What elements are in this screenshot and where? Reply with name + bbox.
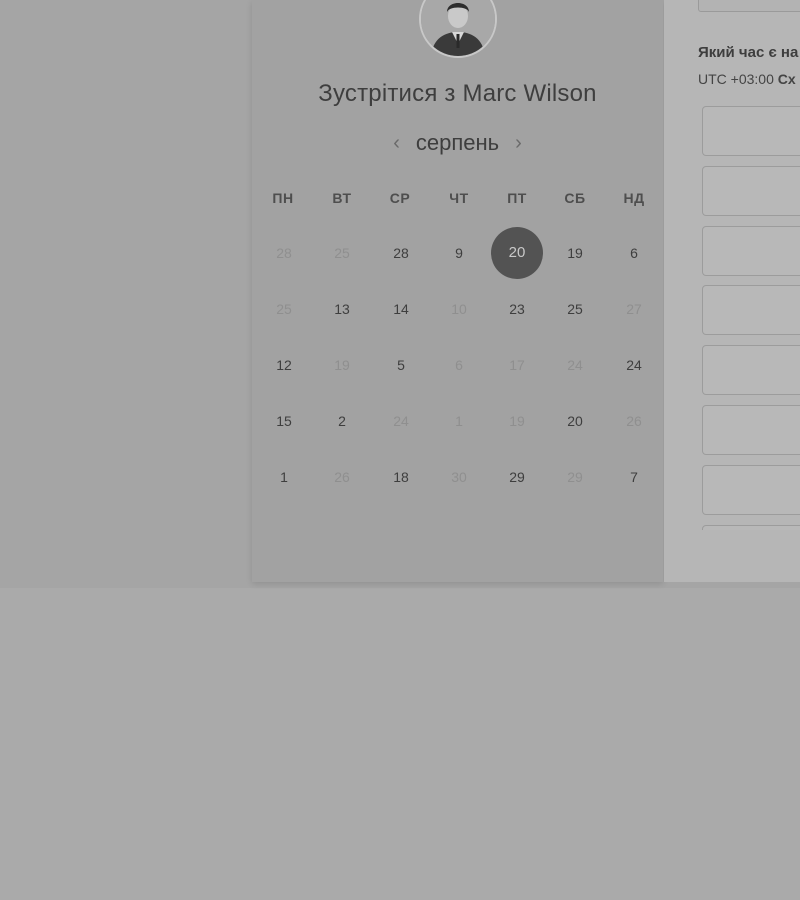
calendar-day: 27 xyxy=(626,301,642,317)
page: Зустрітися з Marc Wilson ‹ серпень › ПН … xyxy=(0,0,800,900)
calendar-day[interactable]: 29 xyxy=(492,452,542,502)
calendar-day[interactable]: 6 xyxy=(609,228,659,278)
calendar-day[interactable]: 23 xyxy=(492,284,542,334)
calendar-day: 25 xyxy=(276,301,292,317)
calendar-day[interactable]: 24 xyxy=(609,340,659,390)
time-slot-button[interactable] xyxy=(702,345,800,396)
time-slot-button[interactable] xyxy=(702,285,800,336)
calendar-day[interactable]: 15 xyxy=(259,396,309,446)
time-slot-button[interactable] xyxy=(702,524,800,530)
calendar-day: 24 xyxy=(393,413,409,429)
calendar-day[interactable]: 13 xyxy=(317,284,367,334)
calendar-day: 26 xyxy=(626,413,642,429)
time-slot-list xyxy=(664,0,800,530)
time-slot-button[interactable] xyxy=(702,165,800,216)
time-slot-button[interactable] xyxy=(702,405,800,455)
calendar-day: 19 xyxy=(509,413,525,429)
calendar-day: 28 xyxy=(276,245,292,261)
calendar-day: 25 xyxy=(334,245,350,261)
calendar-day[interactable]: 18 xyxy=(376,452,426,502)
calendar-day[interactable]: 28 xyxy=(376,228,426,278)
time-slot-button[interactable] xyxy=(702,106,800,156)
time-slot-button[interactable] xyxy=(702,225,800,276)
calendar-day: 26 xyxy=(334,469,350,485)
calendar-day: 24 xyxy=(567,357,583,373)
calendar-day[interactable]: 14 xyxy=(376,284,426,334)
calendar-day: 30 xyxy=(451,469,467,485)
calendar-day: 1 xyxy=(455,413,463,429)
calendar-day[interactable]: 19 xyxy=(550,228,600,278)
calendar-day: 17 xyxy=(509,357,525,373)
calendar-day: 6 xyxy=(455,357,463,373)
calendar-day[interactable]: 1 xyxy=(259,452,309,502)
calendar-day[interactable]: 7 xyxy=(609,452,659,502)
calendar-day: 19 xyxy=(334,357,350,373)
calendar-day: 10 xyxy=(451,301,467,317)
calendar-day: 29 xyxy=(567,469,583,485)
calendar-day[interactable]: 20 xyxy=(550,396,600,446)
calendar-day-selected[interactable]: 20 xyxy=(491,227,543,279)
time-slot-button[interactable] xyxy=(702,464,800,515)
calendar-day[interactable]: 2 xyxy=(317,396,367,446)
calendar-day[interactable]: 25 xyxy=(550,284,600,334)
calendar-day[interactable]: 12 xyxy=(259,340,309,390)
calendar-day[interactable]: 9 xyxy=(434,228,484,278)
calendar-day[interactable]: 5 xyxy=(376,340,426,390)
